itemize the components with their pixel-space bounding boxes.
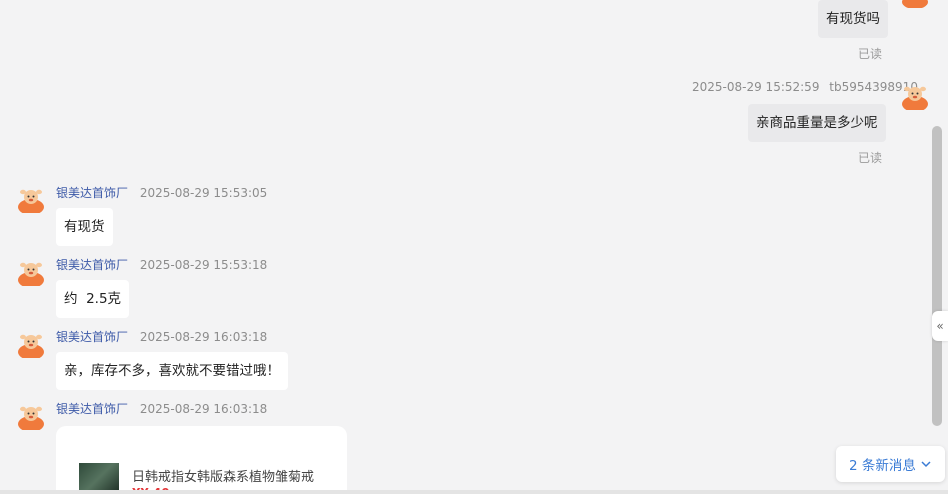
product-title[interactable]: 日韩戒指女韩版森系植物雏菊戒	[132, 466, 314, 485]
message-timestamp: 2025-08-29 15:53:18	[139, 258, 268, 272]
sender-name[interactable]: 银美达首饰厂	[56, 402, 128, 416]
self-avatar-icon	[902, 0, 928, 8]
scrollbar-thumb[interactable]	[932, 126, 942, 426]
message-meta: 银美达首饰厂 2025-08-29 15:53:18	[56, 256, 267, 273]
product-card[interactable]: 日韩戒指女韩版森系植物雏菊戒 ¥¥ 40	[56, 426, 347, 494]
message-meta: 银美达首饰厂 2025-08-29 16:03:18	[56, 328, 267, 345]
message-timestamp: 2025-08-29 15:53:05	[139, 186, 268, 200]
other-message-bubble: 约 2.5克	[56, 280, 130, 318]
double-chevron-left-icon: «	[936, 319, 944, 333]
input-divider	[0, 490, 948, 494]
message-meta: 银美达首饰厂 2025-08-29 15:53:05	[56, 184, 267, 201]
chat-window: 有现货吗 已读 2025-08-29 15:52:59 tb5954398910…	[0, 0, 948, 494]
shop-avatar-icon[interactable]	[16, 256, 46, 286]
sender-name[interactable]: 银美达首饰厂	[56, 258, 128, 272]
read-status: 已读	[858, 47, 883, 61]
message-text: 有现货	[64, 219, 105, 235]
read-status: 已读	[858, 151, 883, 165]
other-message-bubble: 亲，库存不多，喜欢就不要错过哦！	[56, 352, 288, 390]
shop-avatar-icon[interactable]	[16, 400, 46, 430]
self-message-bubble: 有现货吗	[818, 0, 888, 38]
message-meta: 银美达首饰厂 2025-08-29 16:03:18	[56, 400, 267, 417]
message-text: 约 2.5克	[64, 291, 122, 307]
message-text: 亲，库存不多，喜欢就不要错过哦！	[64, 363, 280, 379]
sender-name[interactable]: 银美达首饰厂	[56, 330, 128, 344]
message-text: 亲商品重量是多少呢	[756, 115, 878, 131]
shop-avatar-icon[interactable]	[16, 328, 46, 358]
chevron-down-icon	[921, 461, 931, 468]
message-meta: 2025-08-29 15:52:59 tb5954398910	[692, 80, 918, 94]
collapse-panel-button[interactable]: «	[932, 311, 948, 341]
self-avatar-icon[interactable]	[900, 80, 930, 110]
new-messages-label: 2 条新消息	[849, 458, 916, 474]
sender-name[interactable]: 银美达首饰厂	[56, 186, 128, 200]
product-thumbnail[interactable]	[79, 463, 119, 493]
new-messages-button[interactable]: 2 条新消息	[836, 446, 945, 482]
message-timestamp: 2025-08-29 16:03:18	[139, 330, 268, 344]
self-message-bubble: 亲商品重量是多少呢	[748, 104, 886, 142]
message-text: 有现货吗	[826, 11, 880, 27]
shop-avatar-icon[interactable]	[16, 183, 46, 213]
message-timestamp: 2025-08-29 16:03:18	[139, 402, 268, 416]
other-message-bubble: 有现货	[56, 208, 113, 246]
message-timestamp: 2025-08-29 15:52:59	[692, 80, 820, 94]
